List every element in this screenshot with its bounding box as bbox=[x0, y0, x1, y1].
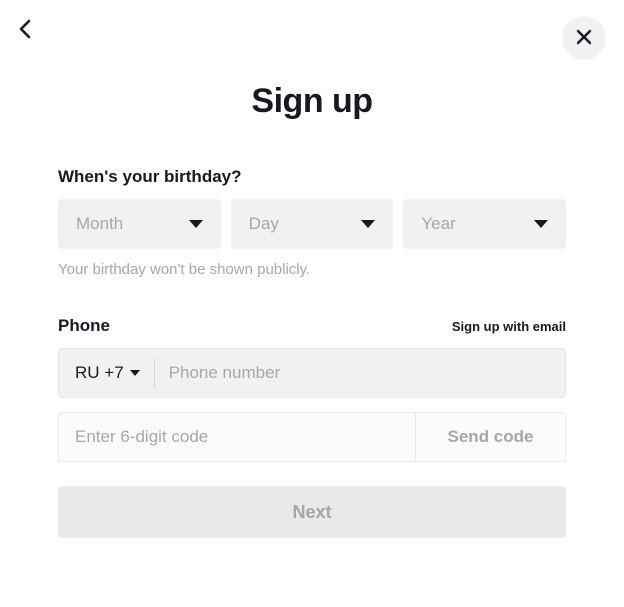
signup-form: Sign up When's your birthday? Month Day … bbox=[0, 0, 624, 538]
caret-down-icon bbox=[189, 220, 203, 228]
month-select[interactable]: Month bbox=[58, 199, 221, 249]
caret-down-icon bbox=[130, 370, 140, 376]
birthday-row: Month Day Year bbox=[58, 199, 566, 249]
close-button[interactable] bbox=[562, 16, 606, 60]
phone-header: Phone Sign up with email bbox=[58, 316, 566, 336]
phone-label: Phone bbox=[58, 316, 110, 336]
birthday-label: When's your birthday? bbox=[58, 167, 566, 187]
caret-down-icon bbox=[534, 220, 548, 228]
year-placeholder: Year bbox=[421, 214, 455, 234]
year-select[interactable]: Year bbox=[403, 199, 566, 249]
day-select[interactable]: Day bbox=[231, 199, 394, 249]
caret-down-icon bbox=[361, 220, 375, 228]
country-code-select[interactable]: RU +7 bbox=[59, 349, 154, 397]
chevron-left-icon bbox=[18, 19, 34, 42]
page-title: Sign up bbox=[58, 82, 566, 121]
birthday-hint: Your birthday won't be shown publicly. bbox=[58, 261, 566, 278]
send-code-button[interactable]: Send code bbox=[415, 413, 565, 461]
signup-with-email-link[interactable]: Sign up with email bbox=[452, 319, 566, 334]
phone-number-input[interactable] bbox=[155, 349, 565, 397]
phone-input-group: RU +7 bbox=[58, 348, 566, 398]
verification-code-group: Send code bbox=[58, 412, 566, 462]
country-code-label: RU +7 bbox=[75, 363, 124, 383]
month-placeholder: Month bbox=[76, 214, 123, 234]
back-button[interactable] bbox=[14, 18, 38, 42]
next-button[interactable]: Next bbox=[58, 486, 566, 538]
day-placeholder: Day bbox=[249, 214, 279, 234]
close-icon bbox=[575, 28, 593, 49]
verification-code-input[interactable] bbox=[59, 413, 415, 461]
